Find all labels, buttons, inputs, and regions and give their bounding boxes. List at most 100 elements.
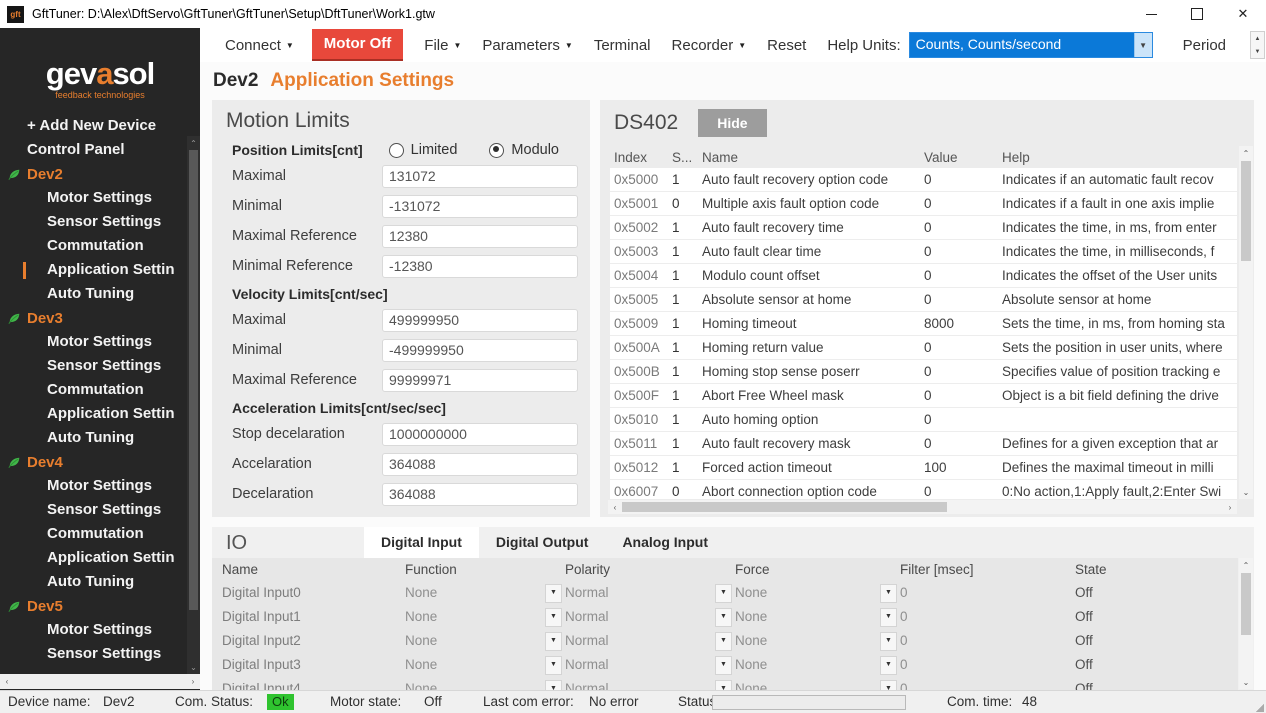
ds402-row[interactable]: 0x50101Auto homing option0 [610, 408, 1237, 432]
io-filter-cell[interactable]: 0 [900, 605, 1075, 629]
io-row[interactable]: Digital Input1None▼Normal▼None▼0Off [212, 605, 1238, 629]
sidebar-device-dev5[interactable]: Dev5 [0, 594, 200, 618]
ds402-row[interactable]: 0x500A1Homing return value0Sets the posi… [610, 336, 1237, 360]
polarity-dropdown-button[interactable]: ▼ [715, 632, 732, 651]
sidebar-item-dev3-commutation[interactable]: Commutation [0, 378, 200, 402]
scrollbar-thumb[interactable] [1241, 161, 1251, 261]
io-filter-cell[interactable]: 0 [900, 581, 1075, 605]
scroll-up-icon[interactable]: ⌃ [1239, 146, 1253, 160]
chevron-down-icon[interactable]: ▼ [1134, 33, 1152, 57]
minimal-input[interactable] [382, 339, 578, 362]
menu-item-terminal[interactable]: Terminal [594, 37, 651, 54]
scroll-down-icon[interactable]: ⌄ [1239, 485, 1253, 499]
ds402-row[interactable]: 0x50121Forced action timeout100Defines t… [610, 456, 1237, 480]
tab-digital-input[interactable]: Digital Input [364, 527, 479, 558]
units-combobox[interactable]: Counts, Counts/second ▼ [909, 32, 1153, 58]
hide-button[interactable]: Hide [698, 109, 766, 137]
function-dropdown-button[interactable]: ▼ [545, 608, 562, 627]
scroll-down-icon[interactable]: ⌄ [1239, 675, 1253, 689]
sidebar-item-add-new-device[interactable]: + Add New Device [0, 114, 200, 138]
sidebar-item-dev2-commutation[interactable]: Commutation [0, 234, 200, 258]
function-dropdown-button[interactable]: ▼ [545, 680, 562, 691]
tab-digital-output[interactable]: Digital Output [479, 527, 606, 558]
sidebar-item-dev2-auto-tuning[interactable]: Auto Tuning [0, 282, 200, 306]
menu-item-recorder[interactable]: Recorder▼ [672, 37, 747, 54]
ds402-row[interactable]: 0x50051Absolute sensor at home0Absolute … [610, 288, 1237, 312]
ds402-row[interactable]: 0x500B1Homing stop sense poserr0Specifie… [610, 360, 1237, 384]
scroll-right-icon[interactable]: › [186, 674, 200, 689]
sidebar-item-dev2-sensor-settings[interactable]: Sensor Settings [0, 210, 200, 234]
sidebar-item-dev3-auto-tuning[interactable]: Auto Tuning [0, 426, 200, 450]
sidebar-device-dev4[interactable]: Dev4 [0, 450, 200, 474]
ds402-row[interactable]: 0x50041Modulo count offset0Indicates the… [610, 264, 1237, 288]
io-row[interactable]: Digital Input2None▼Normal▼None▼0Off [212, 629, 1238, 653]
sidebar-item-dev3-motor-settings[interactable]: Motor Settings [0, 330, 200, 354]
scrollbar-thumb[interactable] [1241, 573, 1251, 635]
menu-item-file[interactable]: File▼ [424, 37, 461, 54]
motor-off-button[interactable]: Motor Off [312, 29, 403, 61]
force-dropdown-button[interactable]: ▼ [880, 632, 897, 651]
sidebar-item-dev4-motor-settings[interactable]: Motor Settings [0, 474, 200, 498]
radio-limited-circle[interactable] [389, 143, 404, 158]
radio-limited[interactable]: Limited [389, 142, 458, 158]
resize-grip[interactable] [1255, 703, 1264, 712]
sidebar-item-dev4-commutation[interactable]: Commutation [0, 522, 200, 546]
maximal-reference-input[interactable] [382, 225, 578, 248]
ds402-horizontal-scrollbar[interactable]: ‹ › [608, 500, 1237, 514]
minimize-button[interactable] [1128, 0, 1174, 28]
scroll-up-icon[interactable]: ⌃ [1239, 558, 1253, 572]
sidebar-item-dev4-auto-tuning[interactable]: Auto Tuning [0, 570, 200, 594]
io-row[interactable]: Digital Input3None▼Normal▼None▼0Off [212, 653, 1238, 677]
close-button[interactable]: ✕ [1220, 0, 1266, 28]
maximal-reference-input[interactable] [382, 369, 578, 392]
io-vertical-scrollbar[interactable]: ⌃ ⌄ [1239, 558, 1253, 689]
ds402-row[interactable]: 0x50021Auto fault recovery time0Indicate… [610, 216, 1237, 240]
function-dropdown-button[interactable]: ▼ [545, 584, 562, 603]
force-dropdown-button[interactable]: ▼ [880, 608, 897, 627]
scrollbar-thumb[interactable] [189, 150, 198, 610]
force-dropdown-button[interactable]: ▼ [880, 680, 897, 691]
ds402-row[interactable]: 0x50010Multiple axis fault option code0I… [610, 192, 1237, 216]
radio-modulo-circle[interactable] [489, 143, 504, 158]
maximize-button[interactable] [1174, 0, 1220, 28]
polarity-dropdown-button[interactable]: ▼ [715, 608, 732, 627]
menu-item-connect[interactable]: Connect▼ [225, 37, 294, 54]
sidebar-item-dev2-application-settin[interactable]: Application Settin [0, 258, 200, 282]
io-filter-cell[interactable]: 0 [900, 629, 1075, 653]
accelaration-input[interactable] [382, 453, 578, 476]
maximal-input[interactable] [382, 165, 578, 188]
sidebar-item-dev3-application-settin[interactable]: Application Settin [0, 402, 200, 426]
tab-analog-input[interactable]: Analog Input [605, 527, 725, 558]
stop-decelaration-input[interactable] [382, 423, 578, 446]
scroll-right-icon[interactable]: › [1223, 500, 1237, 514]
sidebar-device-dev3[interactable]: Dev3 [0, 306, 200, 330]
io-row[interactable]: Digital Input4None▼Normal▼None▼0Off [212, 677, 1238, 690]
spinner-down-icon[interactable]: ▼ [1251, 45, 1264, 58]
polarity-dropdown-button[interactable]: ▼ [715, 680, 732, 691]
scroll-left-icon[interactable]: ‹ [0, 674, 14, 689]
ds402-row[interactable]: 0x50091Homing timeout8000Sets the time, … [610, 312, 1237, 336]
ds402-row[interactable]: 0x500F1Abort Free Wheel mask0Object is a… [610, 384, 1237, 408]
polarity-dropdown-button[interactable]: ▼ [715, 656, 732, 675]
function-dropdown-button[interactable]: ▼ [545, 656, 562, 675]
sidebar-item-dev2-motor-settings[interactable]: Motor Settings [0, 186, 200, 210]
minimal-reference-input[interactable] [382, 255, 578, 278]
ds402-row[interactable]: 0x60070Abort connection option code00:No… [610, 480, 1237, 499]
sidebar-item-control-panel[interactable]: Control Panel [0, 138, 200, 162]
scroll-down-icon[interactable]: ⌄ [187, 660, 200, 674]
scroll-left-icon[interactable]: ‹ [608, 500, 622, 514]
force-dropdown-button[interactable]: ▼ [880, 656, 897, 675]
polarity-dropdown-button[interactable]: ▼ [715, 584, 732, 603]
ds402-row[interactable]: 0x50031Auto fault clear time0Indicates t… [610, 240, 1237, 264]
scrollbar-thumb[interactable] [622, 502, 947, 512]
ds402-row[interactable]: 0x50111Auto fault recovery mask0Defines … [610, 432, 1237, 456]
spinner-up-icon[interactable]: ▲ [1251, 32, 1264, 45]
io-row[interactable]: Digital Input0None▼Normal▼None▼0Off [212, 581, 1238, 605]
sidebar-item-dev4-application-settin[interactable]: Application Settin [0, 546, 200, 570]
sidebar-horizontal-scrollbar[interactable]: ‹ › [0, 674, 200, 689]
scroll-up-icon[interactable]: ⌃ [187, 136, 200, 150]
io-filter-cell[interactable]: 0 [900, 653, 1075, 677]
decelaration-input[interactable] [382, 483, 578, 506]
ds402-row[interactable]: 0x50001Auto fault recovery option code0I… [610, 168, 1237, 192]
ds402-vertical-scrollbar[interactable]: ⌃ ⌄ [1239, 146, 1253, 499]
